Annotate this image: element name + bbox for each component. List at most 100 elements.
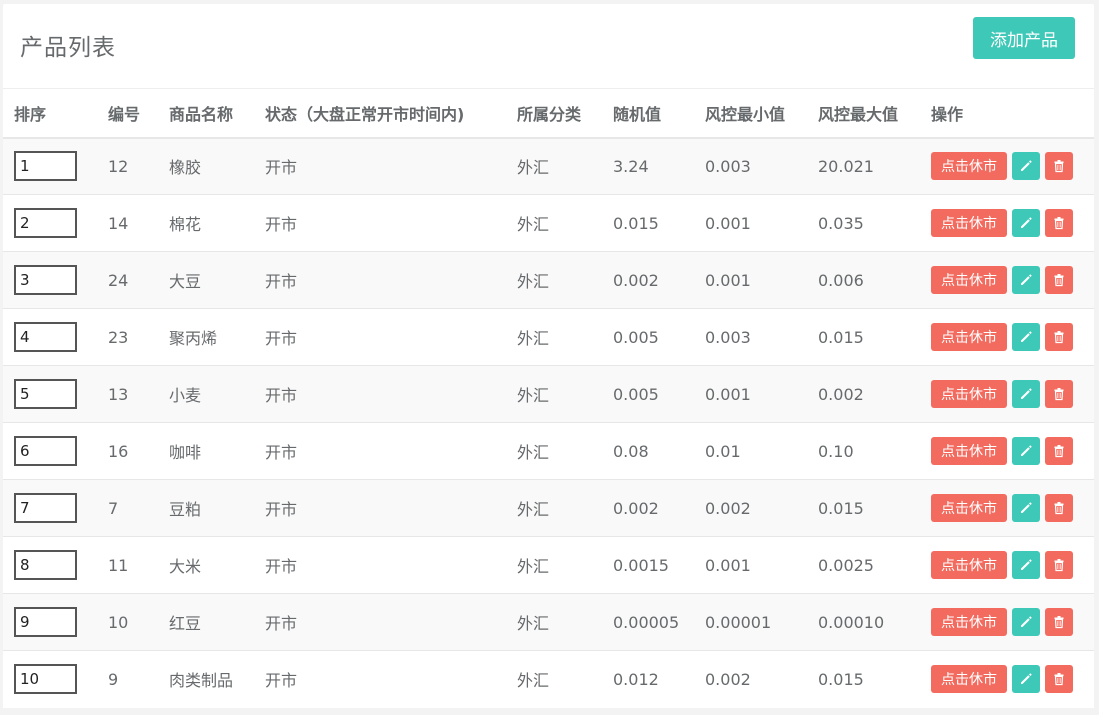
sort-order-input[interactable] — [14, 322, 77, 352]
cell-category: 外汇 — [506, 479, 602, 537]
delete-button[interactable] — [1045, 266, 1073, 294]
cell-min: 0.002 — [694, 650, 807, 708]
trash-icon — [1052, 672, 1066, 686]
delete-button[interactable] — [1045, 209, 1073, 237]
cell-random: 0.015 — [602, 194, 694, 252]
cell-name: 咖啡 — [158, 422, 254, 480]
delete-button[interactable] — [1045, 380, 1073, 408]
edit-button[interactable] — [1012, 323, 1040, 351]
sort-order-input[interactable] — [14, 208, 77, 238]
header-col-sort: 排序 — [3, 88, 97, 139]
edit-button[interactable] — [1012, 494, 1040, 522]
cell-min: 0.003 — [694, 137, 807, 195]
edit-button[interactable] — [1012, 266, 1040, 294]
trash-icon — [1052, 501, 1066, 515]
cell-category: 外汇 — [506, 365, 602, 423]
cell-actions: 点击休市 — [920, 308, 1094, 366]
edit-button[interactable] — [1012, 608, 1040, 636]
delete-button[interactable] — [1045, 665, 1073, 694]
table-body: 12橡胶开市外汇3.240.00320.021点击休市14棉花开市外汇0.015… — [3, 137, 1094, 708]
cell-min: 0.001 — [694, 536, 807, 594]
edit-button[interactable] — [1012, 152, 1040, 181]
sort-order-input[interactable] — [14, 151, 77, 182]
pencil-icon — [1019, 444, 1033, 458]
row-actions: 点击休市 — [931, 437, 1094, 465]
cell-actions: 点击休市 — [920, 593, 1094, 651]
cell-actions: 点击休市 — [920, 137, 1094, 195]
trash-icon — [1052, 615, 1066, 629]
trash-icon — [1052, 330, 1066, 344]
table-row: 16咖啡开市外汇0.080.010.10 点击休市 — [3, 422, 1094, 480]
cell-category: 外汇 — [506, 137, 602, 195]
delete-button[interactable] — [1045, 437, 1073, 465]
cell-status: 开市 — [254, 650, 506, 708]
cell-id: 11 — [97, 536, 158, 594]
close-market-button[interactable]: 点击休市 — [931, 152, 1007, 181]
cell-id: 13 — [97, 365, 158, 423]
delete-button[interactable] — [1045, 323, 1073, 351]
delete-button[interactable] — [1045, 152, 1073, 181]
cell-sort — [3, 479, 97, 537]
cell-min: 0.01 — [694, 422, 807, 480]
sort-order-input[interactable] — [14, 379, 77, 409]
sort-order-input[interactable] — [14, 493, 77, 523]
header-col-name: 商品名称 — [158, 88, 254, 139]
cell-min: 0.003 — [694, 308, 807, 366]
cell-actions: 点击休市 — [920, 365, 1094, 423]
cell-category: 外汇 — [506, 308, 602, 366]
close-market-button[interactable]: 点击休市 — [931, 551, 1007, 579]
table-row: 10红豆开市外汇0.000050.000010.00010 点击休市 — [3, 593, 1094, 651]
cell-random: 0.002 — [602, 251, 694, 309]
cell-id: 24 — [97, 251, 158, 309]
edit-button[interactable] — [1012, 551, 1040, 579]
close-market-button[interactable]: 点击休市 — [931, 266, 1007, 294]
cell-status: 开市 — [254, 593, 506, 651]
cell-id: 7 — [97, 479, 158, 537]
cell-name: 橡胶 — [158, 137, 254, 195]
pencil-icon — [1019, 615, 1033, 629]
sort-order-input[interactable] — [14, 265, 77, 295]
cell-sort — [3, 593, 97, 651]
row-actions: 点击休市 — [931, 608, 1094, 636]
cell-random: 3.24 — [602, 137, 694, 195]
sort-order-input[interactable] — [14, 436, 77, 466]
sort-order-input[interactable] — [14, 664, 77, 695]
cell-id: 14 — [97, 194, 158, 252]
trash-icon — [1052, 387, 1066, 401]
close-market-button[interactable]: 点击休市 — [931, 665, 1007, 694]
sort-order-input[interactable] — [14, 550, 77, 580]
cell-min: 0.00001 — [694, 593, 807, 651]
header-col-actions: 操作 — [920, 88, 1094, 139]
cell-name: 红豆 — [158, 593, 254, 651]
delete-button[interactable] — [1045, 608, 1073, 636]
sort-order-input[interactable] — [14, 607, 77, 637]
cell-sort — [3, 308, 97, 366]
cell-name: 豆粕 — [158, 479, 254, 537]
cell-status: 开市 — [254, 479, 506, 537]
edit-button[interactable] — [1012, 437, 1040, 465]
close-market-button[interactable]: 点击休市 — [931, 494, 1007, 522]
row-actions: 点击休市 — [931, 209, 1094, 237]
cell-max: 0.015 — [807, 479, 920, 537]
row-actions: 点击休市 — [931, 551, 1094, 579]
edit-button[interactable] — [1012, 665, 1040, 694]
cell-min: 0.001 — [694, 194, 807, 252]
product-list-panel: 产品列表 添加产品 排序 编号 商品名称 状态（大盘正常开市时间内) 所属分类 随机值 风控… — [3, 4, 1094, 708]
close-market-button[interactable]: 点击休市 — [931, 323, 1007, 351]
cell-random: 0.08 — [602, 422, 694, 480]
cell-random: 0.005 — [602, 365, 694, 423]
edit-button[interactable] — [1012, 209, 1040, 237]
close-market-button[interactable]: 点击休市 — [931, 209, 1007, 237]
close-market-button[interactable]: 点击休市 — [931, 437, 1007, 465]
close-market-button[interactable]: 点击休市 — [931, 380, 1007, 408]
edit-button[interactable] — [1012, 380, 1040, 408]
cell-status: 开市 — [254, 365, 506, 423]
delete-button[interactable] — [1045, 551, 1073, 579]
add-product-button[interactable]: 添加产品 — [973, 17, 1075, 59]
cell-id: 23 — [97, 308, 158, 366]
close-market-button[interactable]: 点击休市 — [931, 608, 1007, 636]
cell-random: 0.012 — [602, 650, 694, 708]
delete-button[interactable] — [1045, 494, 1073, 522]
cell-random: 0.00005 — [602, 593, 694, 651]
cell-max: 0.00010 — [807, 593, 920, 651]
